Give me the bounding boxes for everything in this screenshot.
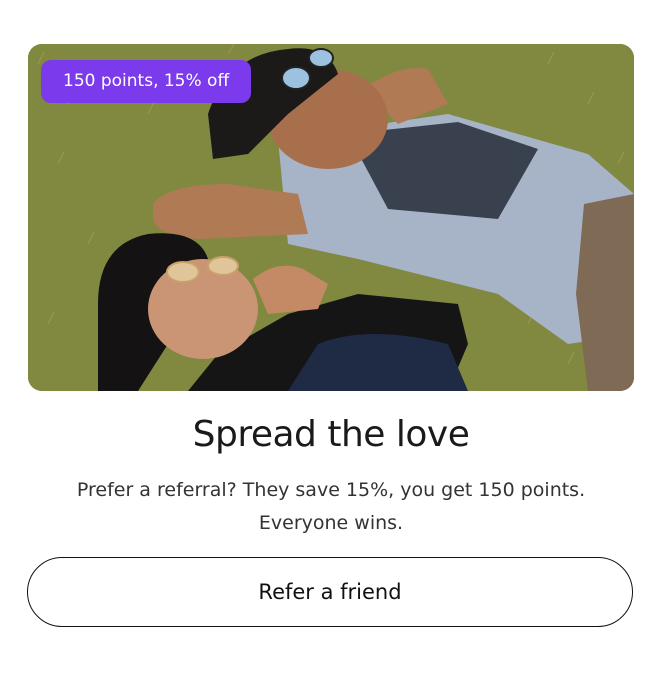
card-title: Spread the love — [192, 414, 470, 455]
card-description: Prefer a referral? They save 15%, you ge… — [30, 474, 632, 540]
referral-card: 150 points, 15% off Spread the love Pref… — [0, 0, 662, 673]
refer-friend-button[interactable]: Refer a friend — [27, 557, 633, 627]
description-line-1: Prefer a referral? They save 15%, you ge… — [76, 479, 586, 501]
promo-badge: 150 points, 15% off — [41, 60, 252, 103]
description-line-2: Everyone wins. — [258, 512, 404, 534]
